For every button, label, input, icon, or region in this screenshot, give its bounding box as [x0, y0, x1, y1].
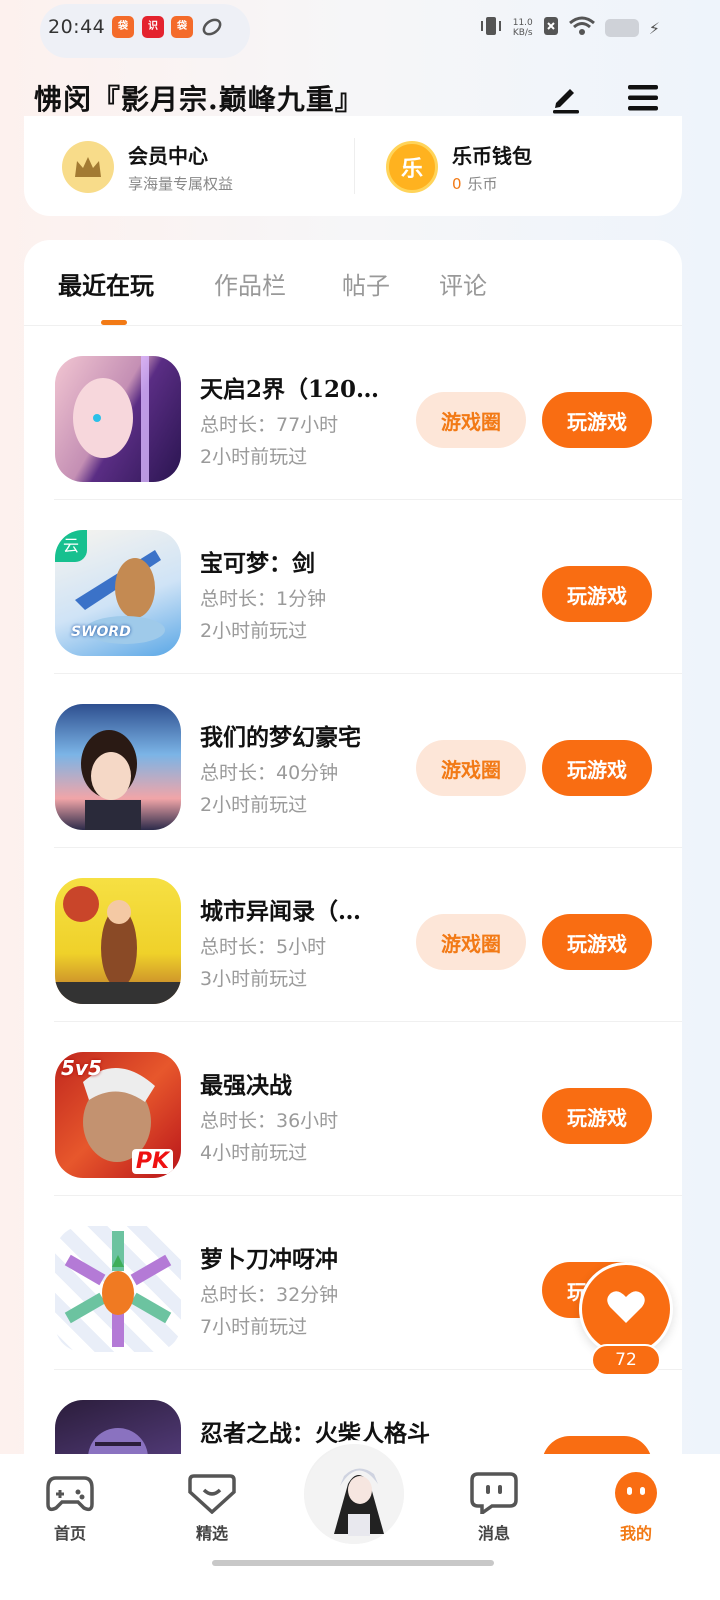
tab-indicator — [101, 320, 127, 325]
game-duration: 总时长：40分钟 — [200, 762, 339, 784]
like-count: 72 — [591, 1344, 661, 1376]
tab-works[interactable]: 作品栏 — [214, 266, 286, 301]
game-duration: 总时长：32分钟 — [200, 1284, 339, 1306]
wifi-icon — [568, 16, 595, 40]
gamepad-icon — [46, 1472, 94, 1514]
tab-bar: 最近在玩 作品栏 帖子 评论 — [24, 240, 682, 326]
game-last-played: 4小时前玩过 — [200, 1142, 308, 1164]
crown-icon — [62, 141, 114, 193]
battery-icon — [604, 19, 639, 37]
list-item[interactable]: 云 SWORD 宝可梦：剑 总时长：1分钟 2小时前玩过 玩游戏 — [54, 500, 682, 674]
game-icon — [55, 704, 181, 830]
game-duration: 总时长：36小时 — [200, 1110, 339, 1132]
game-icon — [55, 356, 181, 482]
game-icon — [55, 1400, 181, 1460]
vip-center-entry[interactable]: 会员中心 享海量专属权益 — [62, 140, 233, 194]
account-card: 会员中心 享海量专属权益 乐 乐币钱包 0 乐币 — [24, 116, 682, 216]
recent-games-card: 最近在玩 作品栏 帖子 评论 天启2界（120… 总时长：77小时 2小时前玩过… — [24, 240, 682, 1460]
nav-home[interactable]: 首页 — [30, 1472, 110, 1544]
vip-subtitle: 享海量专属权益 — [128, 175, 234, 193]
pen-icon — [548, 81, 582, 119]
home-indicator — [212, 1560, 494, 1566]
play-game-button[interactable]: 玩游戏 — [542, 566, 652, 622]
game-last-played: 2小时前玩过 — [200, 446, 308, 468]
game-duration: 总时长：1分钟 — [200, 588, 327, 610]
nav-messages[interactable]: 消息 — [454, 1472, 534, 1544]
game-circle-button[interactable]: 游戏圈 — [416, 740, 526, 796]
game-circle-button[interactable]: 游戏圈 — [416, 914, 526, 970]
wallet-balance: 0 乐币 — [452, 175, 498, 193]
game-last-played: 3小时前玩过 — [200, 968, 308, 990]
icon-badge: 5v5 — [61, 1056, 102, 1080]
game-name: 我们的梦幻豪宅 — [200, 724, 361, 751]
sim-blocked-icon — [543, 16, 559, 40]
icon-caption: SWORD — [71, 624, 131, 640]
nav-featured[interactable]: 精选 — [172, 1472, 252, 1544]
tab-comments[interactable]: 评论 — [439, 266, 487, 301]
vibrate-icon — [479, 15, 503, 41]
chat-icon — [470, 1472, 518, 1514]
game-name: 萝卜刀冲呀冲 — [200, 1246, 338, 1273]
game-icon — [55, 878, 181, 1004]
smile-icon — [612, 1472, 660, 1514]
tab-recent[interactable]: 最近在玩 — [58, 266, 154, 301]
game-name: 城市异闻录（… — [200, 898, 361, 925]
list-item[interactable]: 5v5 PK 最强决战 总时长：36小时 4小时前玩过 玩游戏 — [54, 1022, 682, 1196]
wallet-title: 乐币钱包 — [452, 144, 532, 168]
app-badge-icon: 袋 — [171, 16, 193, 38]
like-button[interactable] — [579, 1262, 673, 1356]
nav-profile[interactable]: 我的 — [596, 1472, 676, 1544]
game-name: 宝可梦：剑 — [200, 550, 315, 577]
icon-badge: PK — [131, 1149, 173, 1174]
game-duration: 总时长：77小时 — [200, 414, 339, 436]
coin-icon: 乐 — [386, 141, 438, 193]
game-last-played: 2小时前玩过 — [200, 794, 308, 816]
game-icon — [55, 1226, 181, 1352]
status-bar: 20:44 袋 识 袋 11.0 KB/s ⚡ — [0, 0, 720, 58]
list-item[interactable]: 天启2界（120… 总时长：77小时 2小时前玩过 游戏圈 玩游戏 — [54, 326, 682, 500]
vip-title: 会员中心 — [128, 144, 208, 168]
tab-posts[interactable]: 帖子 — [342, 266, 390, 301]
heart-badge-icon — [188, 1472, 236, 1514]
play-game-button[interactable]: 玩游戏 — [542, 914, 652, 970]
list-item[interactable]: 城市异闻录（… 总时长：5小时 3小时前玩过 游戏圈 玩游戏 — [54, 848, 682, 1022]
list-item[interactable]: 我们的梦幻豪宅 总时长：40分钟 2小时前玩过 游戏圈 玩游戏 — [54, 674, 682, 848]
app-badge-icon: 识 — [142, 16, 164, 38]
cloud-tag: 云 — [55, 530, 87, 562]
divider — [354, 138, 355, 194]
net-speed: 11.0 KB/s — [512, 18, 533, 38]
play-game-button[interactable]: 玩游戏 — [542, 392, 652, 448]
play-game-button[interactable]: 玩游戏 — [542, 1088, 652, 1144]
game-name: 天启2界（120… — [200, 376, 380, 403]
game-last-played: 7小时前玩过 — [200, 1316, 308, 1338]
status-time: 20:44 — [48, 16, 106, 38]
charging-icon: ⚡ — [648, 18, 660, 38]
game-duration: 总时长：5小时 — [200, 936, 327, 958]
hamburger-icon — [627, 83, 659, 117]
link-icon — [201, 16, 223, 42]
game-circle-button[interactable]: 游戏圈 — [416, 392, 526, 448]
wallet-entry[interactable]: 乐 乐币钱包 0 乐币 — [386, 140, 532, 194]
avatar[interactable] — [300, 1440, 408, 1548]
play-game-button[interactable]: 玩游戏 — [542, 740, 652, 796]
page-title: 怫闵『影月宗.巅峰九重』 — [34, 83, 364, 116]
game-last-played: 2小时前玩过 — [200, 620, 308, 642]
heart-icon — [606, 1289, 646, 1329]
bottom-nav: 首页 精选 消息 我的 — [0, 1440, 720, 1600]
game-icon: 5v5 PK — [55, 1052, 181, 1178]
game-icon: 云 SWORD — [55, 530, 181, 656]
app-badge-icon: 袋 — [112, 16, 134, 38]
game-name: 最强决战 — [200, 1072, 292, 1099]
status-right-group: 11.0 KB/s ⚡ — [479, 14, 660, 42]
